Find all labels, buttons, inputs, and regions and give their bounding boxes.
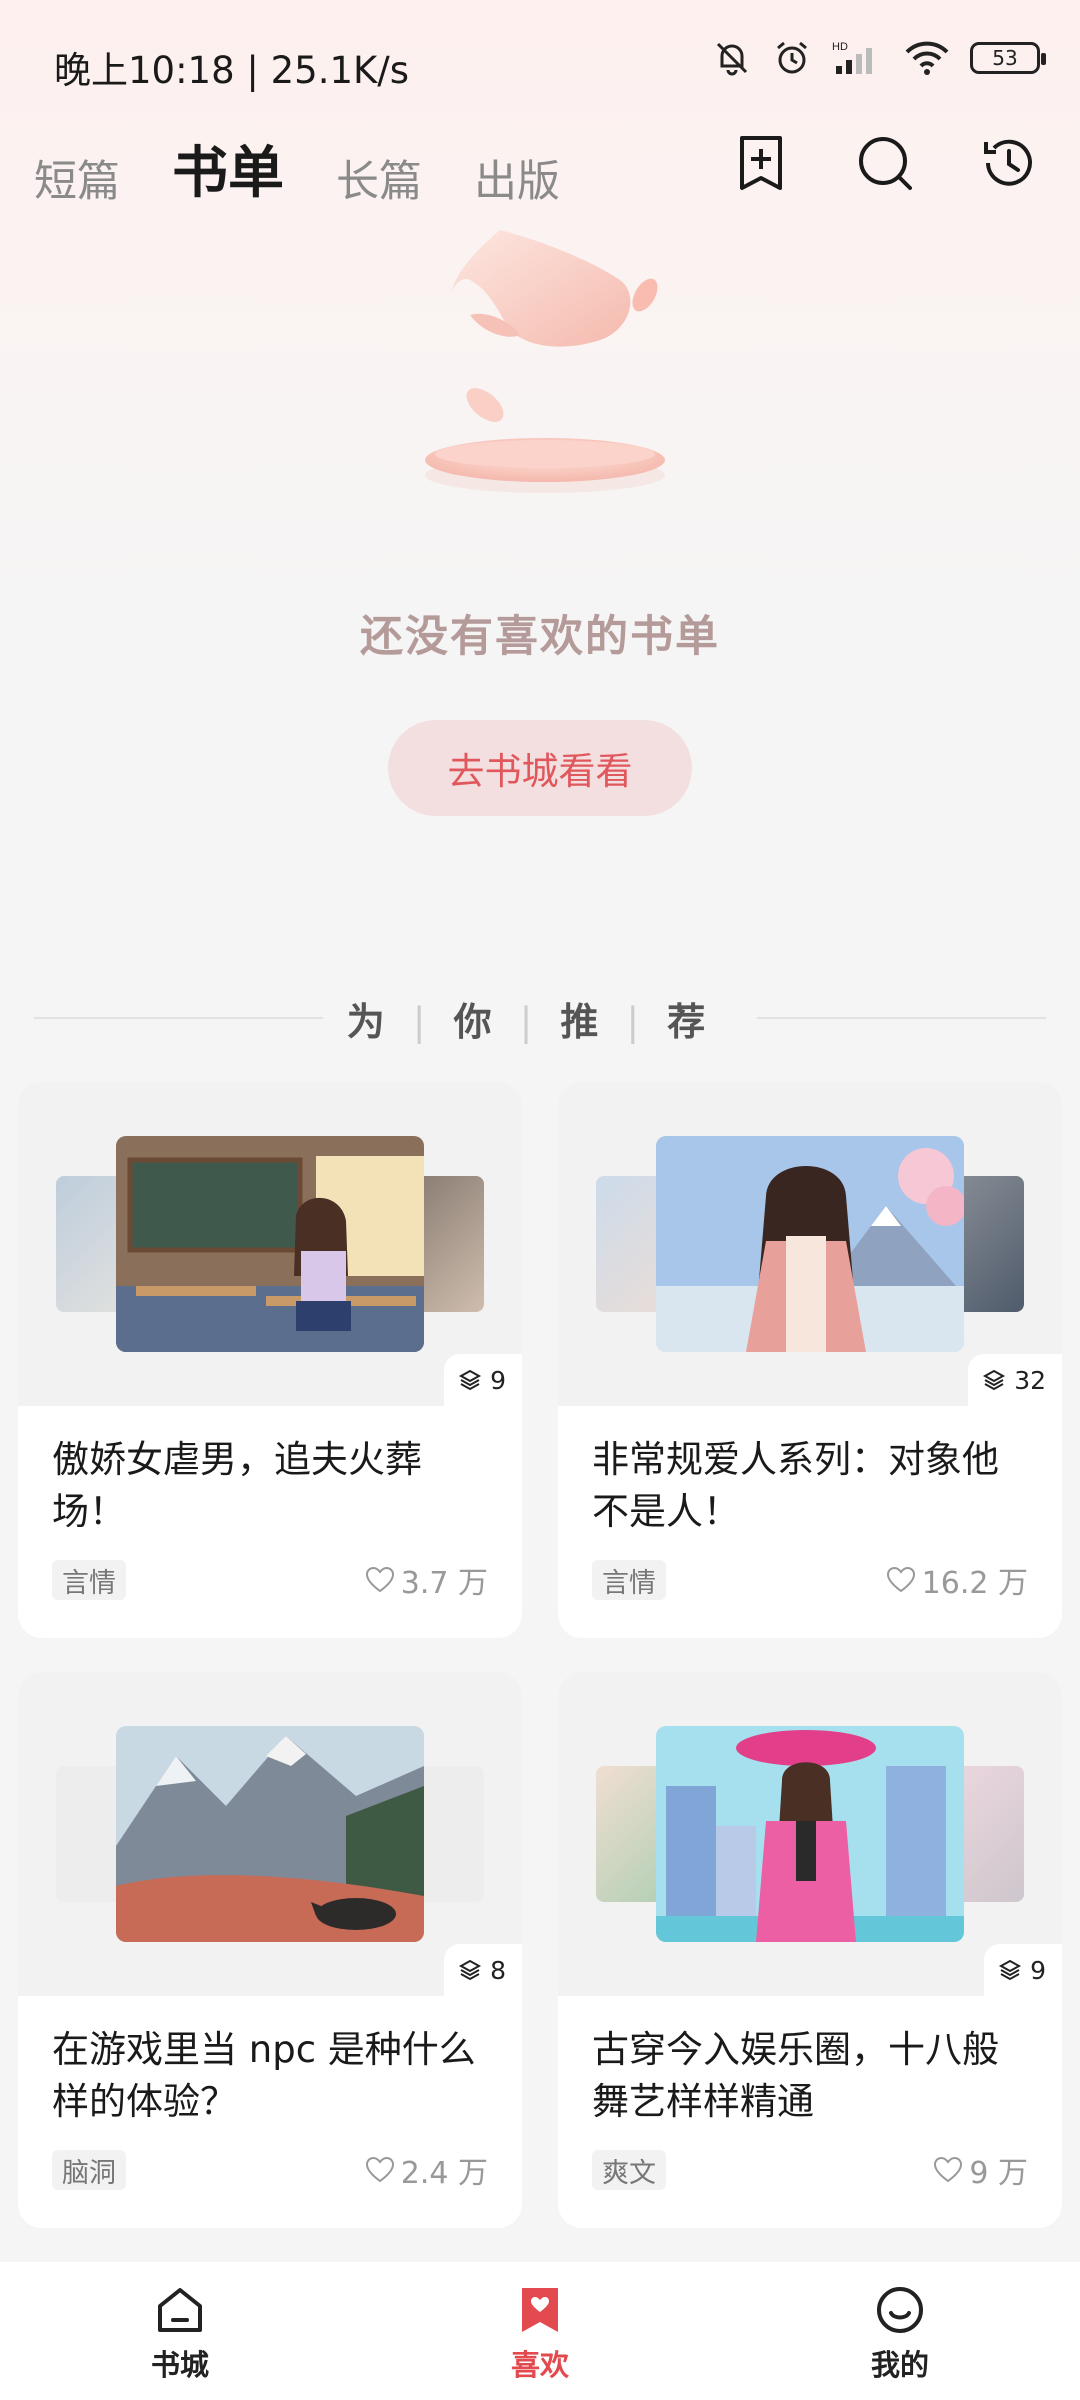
- book-count-badge: 9: [984, 1944, 1062, 1996]
- book-count: 32: [1014, 1365, 1046, 1395]
- card-likes: 3.7 万: [365, 1560, 488, 1601]
- status-bar: 晚上10:18 | 25.1K/s HD 53: [0, 0, 1080, 120]
- heart-icon: [365, 2156, 394, 2183]
- nav-label: 我的: [870, 2348, 929, 2382]
- tab-booklist[interactable]: 书单: [172, 128, 292, 209]
- top-tabs: 短篇 书单 长篇 出版: [34, 128, 560, 209]
- cover-image: [656, 1726, 964, 1942]
- booklist-card[interactable]: 9 傲娇女虐男，追夫火葬场！ 言情 3.7 万: [18, 1082, 522, 1638]
- nav-profile[interactable]: 我的: [720, 2262, 1080, 2400]
- nav-favorites[interactable]: 喜欢: [360, 2262, 720, 2400]
- book-count-badge: 8: [444, 1944, 522, 1996]
- card-tag: 言情: [592, 1560, 666, 1600]
- empty-illustration: [425, 230, 665, 493]
- bottom-nav: 书城 喜欢 我的: [0, 2262, 1080, 2400]
- status-time: 晚上10:18 | 25.1K/s: [54, 49, 410, 92]
- search-icon[interactable]: [854, 132, 916, 194]
- card-cover: 9: [18, 1082, 522, 1406]
- book-count: 9: [1030, 1955, 1046, 1985]
- status-icons: HD 53: [712, 38, 1046, 78]
- card-likes: 16.2 万: [886, 1560, 1028, 1601]
- empty-message: 还没有喜欢的书单: [360, 612, 720, 662]
- svg-text:HD: HD: [832, 41, 848, 53]
- booklist-card[interactable]: 9 古穿今入娱乐圈，十八般舞艺样样精通 爽文 9 万: [558, 1672, 1062, 2228]
- book-count: 8: [490, 1955, 506, 1985]
- heart-icon: [365, 1566, 394, 1593]
- card-likes: 2.4 万: [365, 2150, 488, 2191]
- nav-label: 书城: [150, 2348, 209, 2382]
- card-tag: 脑洞: [52, 2150, 126, 2190]
- recommend-heading: 为|你|推|荐: [346, 998, 734, 1044]
- card-title: 非常规爱人系列：对象他不是人！: [592, 1438, 999, 1533]
- card-cover: 32: [558, 1082, 1062, 1406]
- layers-icon: [459, 1369, 482, 1391]
- booklist-card[interactable]: 8 在游戏里当 npc 是种什么样的体验？ 脑洞 2.4 万: [18, 1672, 522, 2228]
- tab-publish[interactable]: 出版: [474, 147, 560, 209]
- layers-icon: [459, 1959, 482, 1981]
- card-title: 在游戏里当 npc 是种什么样的体验？: [52, 2028, 476, 2123]
- card-tag: 爽文: [592, 2150, 666, 2190]
- wifi-icon: [905, 41, 949, 75]
- divider-line-right: [757, 1017, 1046, 1019]
- cover-image: [116, 1136, 424, 1352]
- card-title: 傲娇女虐男，追夫火葬场！: [52, 1438, 422, 1533]
- recommend-divider: 为|你|推|荐: [34, 988, 1046, 1048]
- mute-bell-icon: [716, 42, 748, 76]
- history-icon[interactable]: [978, 132, 1040, 194]
- tab-long[interactable]: 长篇: [336, 147, 422, 209]
- card-title: 古穿今入娱乐圈，十八般舞艺样样精通: [592, 2028, 999, 2123]
- card-cover: 9: [558, 1672, 1062, 1996]
- layers-icon: [999, 1959, 1022, 1981]
- book-count-badge: 32: [968, 1354, 1062, 1406]
- card-likes: 9 万: [933, 2150, 1028, 2191]
- smile-icon: [877, 2287, 923, 2333]
- battery-icon: 53: [970, 42, 1046, 74]
- booklist-card[interactable]: 32 非常规爱人系列：对象他不是人！ 言情 16.2 万: [558, 1082, 1062, 1638]
- layers-icon: [983, 1369, 1006, 1391]
- top-actions: [730, 132, 1040, 194]
- nav-label: 喜欢: [510, 2348, 569, 2382]
- go-to-bookstore-button[interactable]: 去书城看看: [388, 720, 692, 816]
- divider-line-left: [34, 1017, 323, 1019]
- home-icon: [158, 2288, 202, 2332]
- cover-image: [116, 1726, 424, 1942]
- book-count: 9: [490, 1365, 506, 1395]
- card-cover: 8: [18, 1672, 522, 1996]
- heart-icon: [886, 1566, 915, 1593]
- alarm-icon: [777, 41, 807, 74]
- cover-image: [656, 1136, 964, 1352]
- card-tag: 言情: [52, 1560, 126, 1600]
- add-booklist-icon[interactable]: [730, 132, 792, 194]
- signal-icon: HD: [832, 41, 872, 74]
- battery-level: 53: [992, 46, 1018, 70]
- nav-bookstore[interactable]: 书城: [0, 2262, 360, 2400]
- tab-short[interactable]: 短篇: [34, 147, 120, 209]
- heart-icon: [934, 2156, 963, 2183]
- book-count-badge: 9: [444, 1354, 522, 1406]
- heart-bookmark-icon: [522, 2288, 558, 2332]
